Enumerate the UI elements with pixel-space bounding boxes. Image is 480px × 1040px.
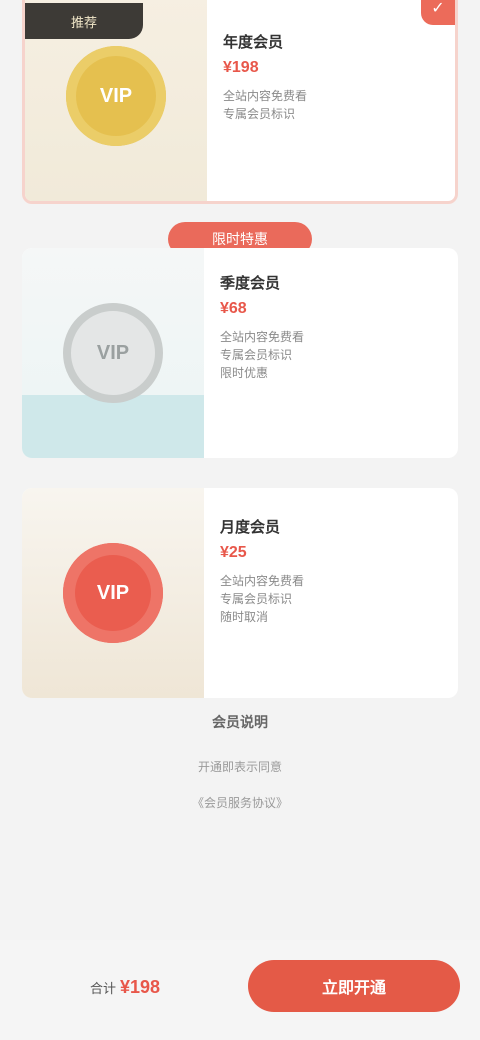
plan-price: ¥198 <box>223 59 259 76</box>
red-medal-icon: VIP <box>63 543 163 643</box>
medal-label: VIP <box>96 341 130 364</box>
plan-desc: 全站内容免费看 专属会员标识 <box>223 89 308 121</box>
medal-label: VIP <box>96 581 130 604</box>
plan-desc: 全站内容免费看 专属会员标识 随时取消 <box>220 574 305 624</box>
plan-card-quarter[interactable]: VIP 季度会员 ¥68 全站内容免费看 专属会员标识 限时优惠 <box>22 248 458 458</box>
plan-info: 季度会员 ¥68 全站内容免费看 专属会员标识 限时优惠 <box>220 272 442 382</box>
bottom-bar: 合计 ¥198 立即开通 <box>0 940 480 1040</box>
total-label: 合计 <box>89 980 116 996</box>
plan-price: ¥68 <box>220 300 247 317</box>
plan-name: 年度会员 <box>223 34 284 51</box>
plan-name: 月度会员 <box>220 519 281 536</box>
silver-medal-icon: VIP <box>63 303 163 403</box>
buy-button[interactable]: 立即开通 <box>248 960 460 1012</box>
plan-info: 月度会员 ¥25 全站内容免费看 专属会员标识 随时取消 <box>220 516 442 626</box>
total-price: 合计 ¥198 <box>20 962 230 1012</box>
total-value: ¥198 <box>119 976 161 997</box>
medal-label: VIP <box>99 84 133 107</box>
plan-thumbnail: VIP <box>22 248 204 458</box>
notes-line: 开通即表示同意 <box>197 760 282 774</box>
recommend-badge: 推荐 <box>25 3 143 39</box>
plan-name: 季度会员 <box>220 275 281 292</box>
notes-title: 会员说明 <box>212 714 268 730</box>
plan-thumbnail: VIP <box>22 488 204 698</box>
plan-info: 年度会员 ¥198 全站内容免费看 专属会员标识 <box>223 31 439 123</box>
plan-desc: 全站内容免费看 专属会员标识 限时优惠 <box>220 330 305 380</box>
plan-card-month[interactable]: VIP 月度会员 ¥25 全站内容免费看 专属会员标识 随时取消 <box>22 488 458 698</box>
gold-medal-icon: VIP <box>66 46 166 146</box>
plan-card-annual[interactable]: VIP 推荐 ✓ 年度会员 ¥198 全站内容免费看 专属会员标识 <box>22 0 458 204</box>
selected-check-icon: ✓ <box>421 0 455 25</box>
agreement-link[interactable]: 《会员服务协议》 <box>0 794 480 811</box>
plan-price: ¥25 <box>220 544 247 561</box>
